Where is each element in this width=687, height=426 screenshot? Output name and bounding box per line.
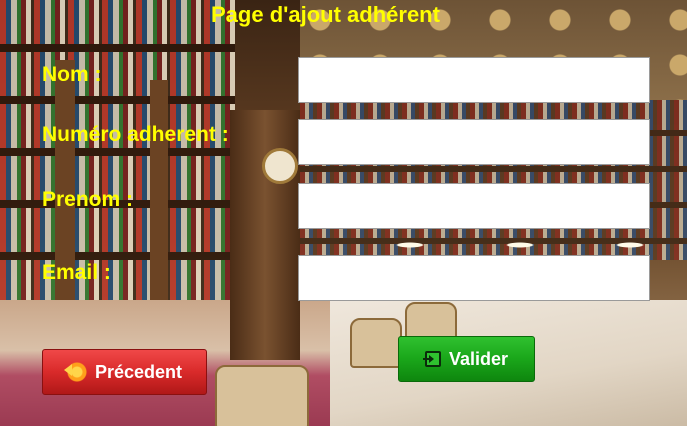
- page-title: Page d'ajout adhérent: [211, 2, 440, 27]
- prenom-input[interactable]: [298, 183, 650, 229]
- clock-pillar: [230, 110, 300, 360]
- clock-icon: [262, 148, 298, 184]
- login-icon: [422, 351, 441, 367]
- nom-input[interactable]: [298, 57, 650, 103]
- previous-button[interactable]: Précedent: [42, 349, 207, 395]
- email-input[interactable]: [298, 255, 650, 301]
- validate-button[interactable]: Valider: [398, 336, 535, 382]
- prenom-label: Prenom :: [42, 188, 134, 211]
- validate-button-label: Valider: [448, 348, 509, 369]
- email-label: Email :: [42, 261, 111, 284]
- chair: [215, 365, 309, 426]
- nom-label: Nom :: [42, 63, 102, 86]
- numero-adherent-input[interactable]: [298, 119, 650, 165]
- undo-arrow-icon: [63, 362, 87, 382]
- chair: [350, 318, 402, 368]
- numero-adherent-label: Numéro adherent :: [42, 123, 229, 146]
- previous-button-label: Précedent: [94, 361, 183, 382]
